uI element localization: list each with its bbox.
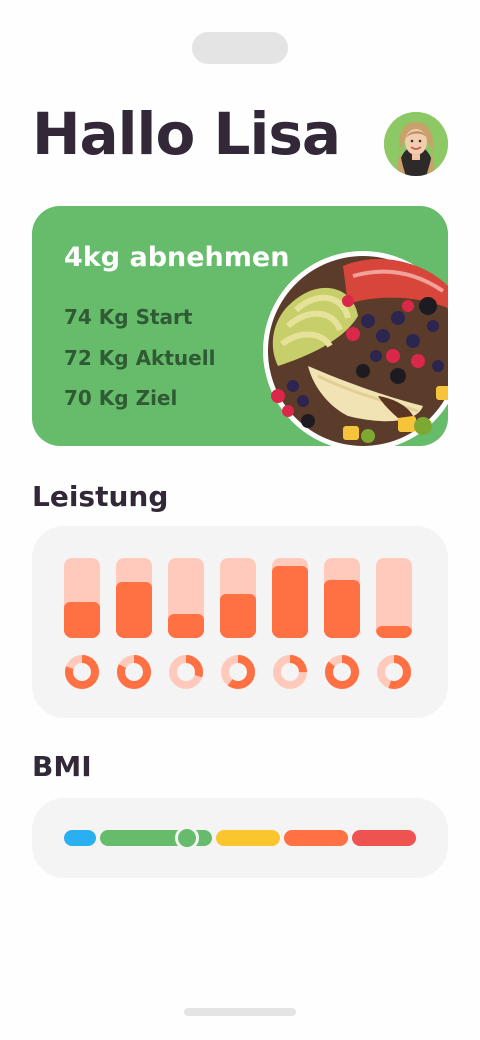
performance-ring <box>65 655 99 689</box>
bmi-marker <box>175 826 200 850</box>
performance-bar <box>376 558 412 638</box>
performance-bar <box>168 558 204 638</box>
performance-ring <box>169 655 203 689</box>
performance-bar <box>324 558 360 638</box>
performance-bar-fill <box>376 626 412 638</box>
profile-avatar[interactable] <box>384 112 448 176</box>
performance-bar <box>116 558 152 638</box>
camera-notch <box>192 32 288 64</box>
performance-bar-fill <box>272 566 308 638</box>
goal-target-weight: 70 Kg Ziel <box>64 386 178 410</box>
performance-bar-fill <box>64 602 100 638</box>
goal-current-weight: 72 Kg Aktuell <box>64 346 216 370</box>
performance-bar-fill <box>220 594 256 638</box>
performance-bar <box>220 558 256 638</box>
performance-ring <box>221 655 255 689</box>
bmi-card <box>32 798 448 878</box>
performance-ring <box>377 655 411 689</box>
fruit-bowl-image <box>263 251 448 446</box>
performance-bar <box>64 558 100 638</box>
bmi-segment-obese <box>284 830 348 846</box>
performance-bar <box>272 558 308 638</box>
performance-bar-fill <box>116 582 152 638</box>
performance-ring <box>325 655 359 689</box>
performance-title: Leistung <box>32 480 169 513</box>
goal-card[interactable]: 4kg abnehmen 74 Kg Start 72 Kg Aktuell 7… <box>32 206 448 446</box>
bmi-segment-severely-obese <box>352 830 416 846</box>
goal-start-weight: 74 Kg Start <box>64 305 193 329</box>
home-indicator[interactable] <box>184 1008 296 1016</box>
bmi-title: BMI <box>32 750 92 783</box>
performance-bar-fill <box>324 580 360 638</box>
performance-card <box>32 526 448 718</box>
performance-ring <box>117 655 151 689</box>
bmi-segment-underweight <box>64 830 96 846</box>
bmi-segment-overweight <box>216 830 280 846</box>
performance-ring <box>273 655 307 689</box>
avatar-photo <box>384 112 448 176</box>
performance-bar-fill <box>168 614 204 638</box>
phone-screen: Hallo Lisa 4kg abnehmen 74 Kg Start 72 K… <box>0 0 480 1040</box>
greeting-title: Hallo Lisa <box>32 100 341 168</box>
